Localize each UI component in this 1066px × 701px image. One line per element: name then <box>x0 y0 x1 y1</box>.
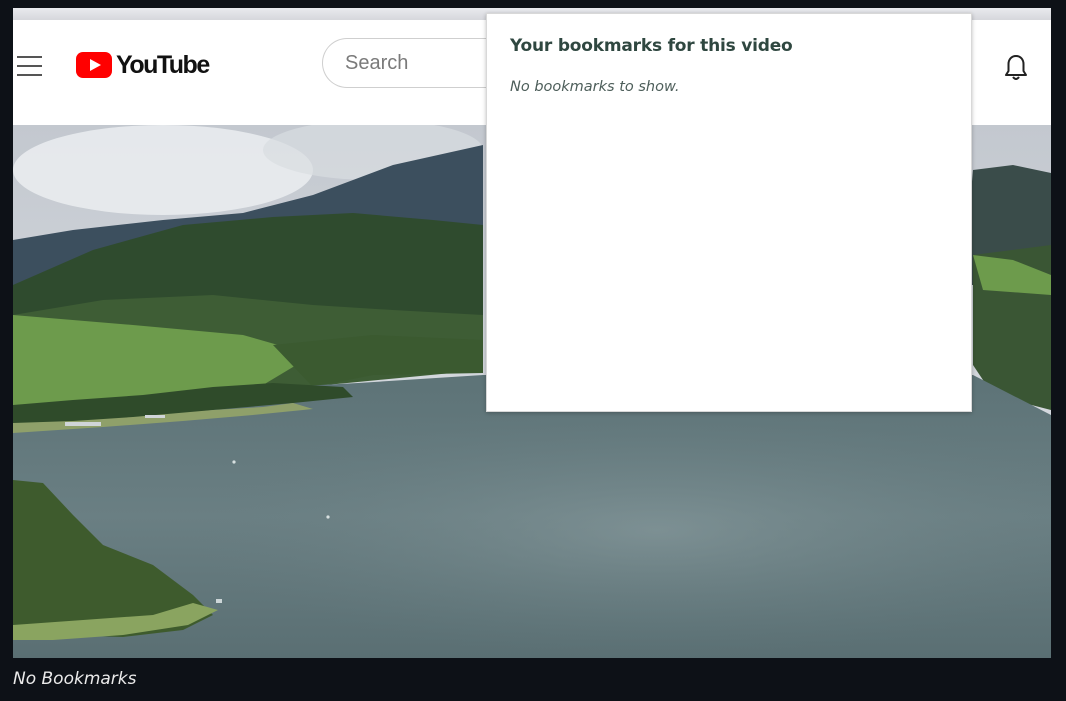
logo-text: YouTube <box>116 50 210 79</box>
empty-bookmarks-message: No bookmarks to show. <box>510 79 680 95</box>
youtube-logo[interactable]: YouTube <box>76 50 210 80</box>
popup-title: Your bookmarks for this video <box>510 36 793 56</box>
menu-icon[interactable] <box>17 56 42 76</box>
youtube-play-icon <box>76 52 112 78</box>
figure-caption: No Bookmarks <box>13 669 137 689</box>
screenshot-frame: YouTube Search Your bookmarks for this v… <box>13 8 1051 658</box>
bookmarks-popup: Your bookmarks for this video No bookmar… <box>486 13 972 412</box>
bell-icon[interactable] <box>1003 53 1029 83</box>
